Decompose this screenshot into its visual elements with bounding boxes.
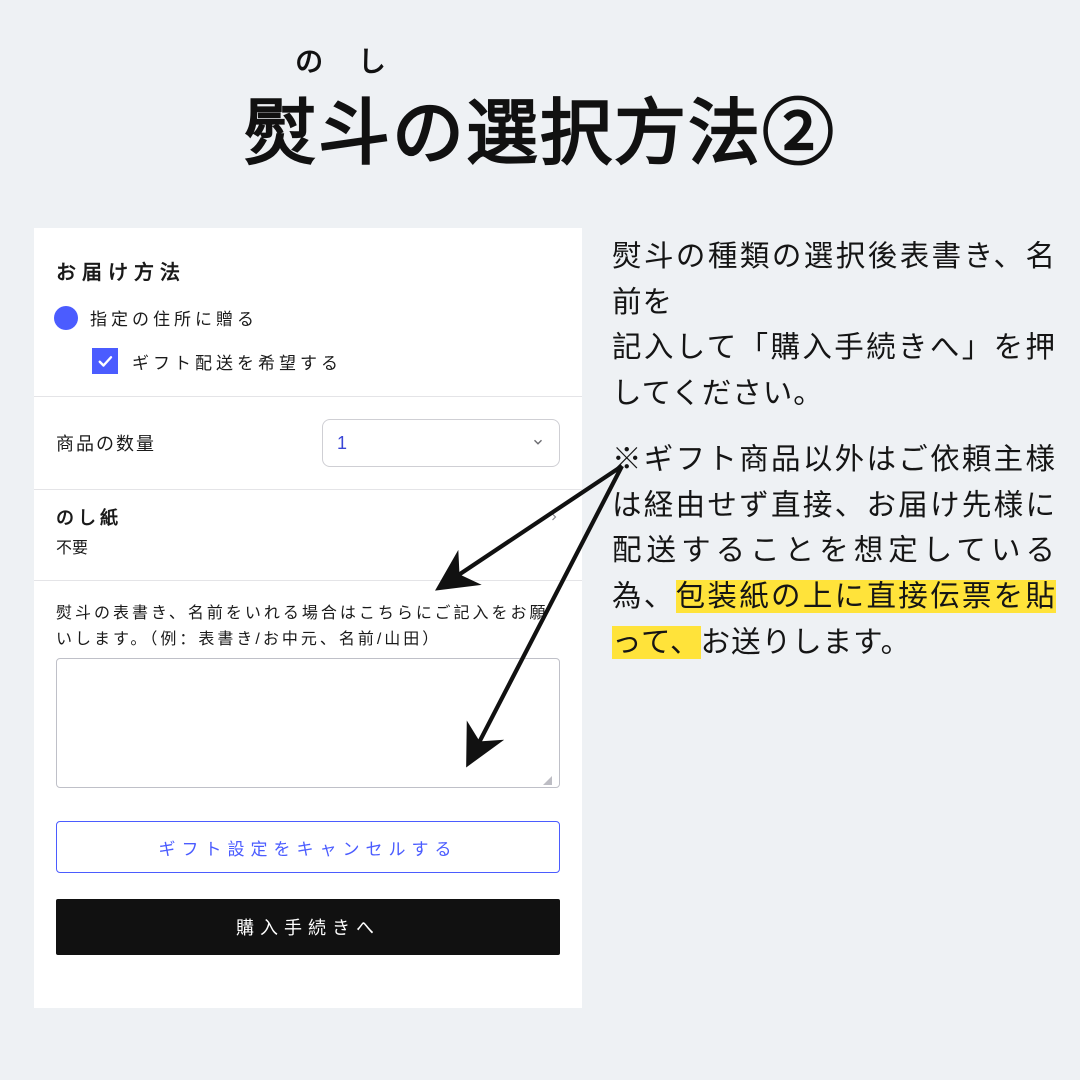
- delivery-radio-row[interactable]: 指定の住所に贈る: [34, 299, 582, 342]
- gift-checkbox-row[interactable]: ギフト配送を希望する: [34, 342, 582, 396]
- quantity-row: 商品の数量 1: [34, 396, 582, 489]
- checkbox-checked-icon: [92, 348, 118, 374]
- explain-para2-post: お送りします。: [701, 626, 912, 659]
- quantity-value: 1: [337, 433, 347, 454]
- noshi-label: のし紙: [56, 504, 122, 530]
- resize-handle-icon[interactable]: [542, 775, 552, 785]
- explain-para1b: 記入して「購入手続きへ」を押してください。: [612, 331, 1056, 410]
- noshi-textarea[interactable]: [56, 658, 560, 788]
- proceed-button[interactable]: 購入手続きへ: [56, 899, 560, 955]
- noshi-paper-row[interactable]: のし紙 不要: [34, 489, 582, 580]
- explanation-text: 熨斗の種類の選択後表書き、名前を 記入して「購入手続きへ」を押してください。 ※…: [612, 234, 1056, 685]
- proceed-button-label: 購入手続きへ: [236, 914, 380, 940]
- quantity-label: 商品の数量: [56, 430, 156, 456]
- delivery-radio-label: 指定の住所に贈る: [90, 305, 258, 330]
- quantity-select[interactable]: 1: [322, 419, 560, 467]
- form-screenshot-panel: お届け方法 指定の住所に贈る ギフト配送を希望する 商品の数量 1 のし紙 不要: [34, 228, 582, 1008]
- page-title: 熨斗の選択方法②: [0, 74, 1080, 179]
- explain-para1: 熨斗の種類の選択後表書き、名前を: [612, 240, 1056, 319]
- chevron-down-icon: [531, 433, 545, 454]
- chevron-right-icon: [548, 508, 560, 529]
- gift-checkbox-label: ギフト配送を希望する: [132, 349, 342, 374]
- radio-selected-icon: [54, 306, 78, 330]
- noshi-textarea-help: 熨斗の表書き、名前をいれる場合はこちらにご記入をお願いします。（例：表書き/お中…: [34, 580, 582, 658]
- noshi-value: 不要: [56, 534, 122, 558]
- cancel-gift-label: ギフト設定をキャンセルする: [159, 835, 458, 860]
- cancel-gift-button[interactable]: ギフト設定をキャンセルする: [56, 821, 560, 873]
- delivery-heading: お届け方法: [34, 228, 582, 299]
